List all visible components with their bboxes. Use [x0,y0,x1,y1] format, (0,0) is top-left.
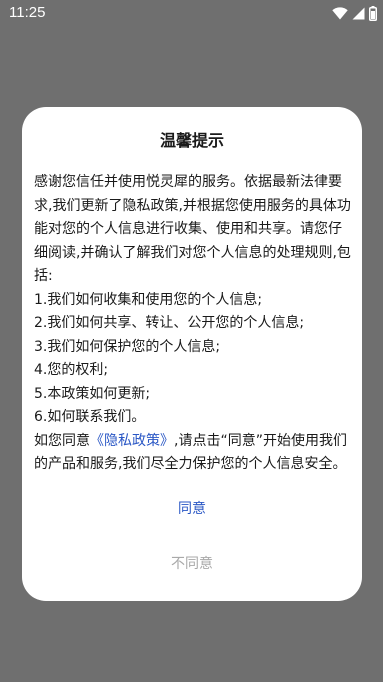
list-item: 5.本政策如何更新; [34,385,151,402]
dialog-body: 感谢您信任并使用悦灵犀的服务。依据最新法律要求,我们更新了隐私政策,并根据您使用… [34,171,352,477]
dialog-title: 温馨提示 [159,131,224,150]
status-time: 11:25 [9,4,46,21]
dialog-intro: 感谢您信任并使用悦灵犀的服务。依据最新法律要求,我们更新了隐私政策,并根据您使用… [34,174,351,284]
closing-prefix: 如您同意 [34,432,90,449]
list-item: 6.如何联系我们。 [34,409,146,425]
disagree-button[interactable]: 不同意 [22,546,362,582]
list-item: 4.您的权利; [34,362,109,378]
privacy-dialog: 温馨提示 感谢您信任并使用悦灵犀的服务。依据最新法律要求,我们更新了隐私政策,并… [22,107,362,601]
cellular-signal-icon [352,7,365,20]
wifi-icon [332,6,348,20]
dialog-closing: 如您同意《隐私政策》,请点击“同意”开始使用我们的产品和服务,我们尽全力保护您的… [34,430,352,477]
status-bar: 11:25 [0,0,383,26]
privacy-policy-link[interactable]: 《隐私政策》 [90,433,174,449]
status-icons [332,5,377,21]
list-item: 2.我们如何共享、转让、公开您的个人信息; [34,315,305,331]
list-item: 3.我们如何保护您的个人信息; [34,338,221,355]
list-item: 1.我们如何收集和使用您的个人信息; [34,291,263,308]
agree-button[interactable]: 同意 [22,491,362,527]
battery-icon [369,5,377,21]
